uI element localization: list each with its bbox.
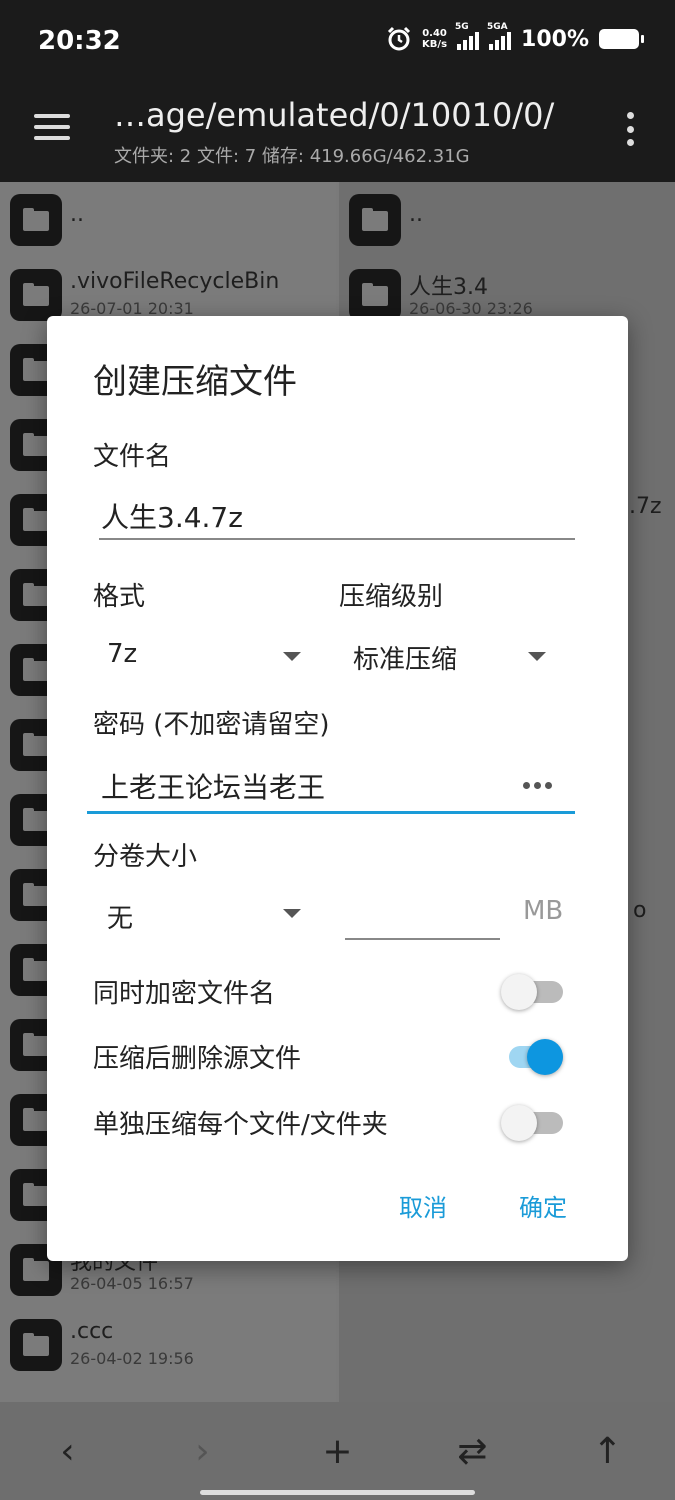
back-icon[interactable]: ‹ (38, 1431, 98, 1472)
encrypt-filenames-label: 同时加密文件名 (93, 979, 276, 1009)
encrypt-filenames-toggle[interactable] (501, 969, 563, 1010)
battery-percent: 100% (521, 26, 589, 52)
folder-icon (349, 269, 401, 321)
create-archive-dialog: 创建压缩文件 文件名 人生3.4.7z 格式 压缩级别 7z 标准压缩 密码 (… (47, 316, 628, 1261)
folder-icon (10, 269, 62, 321)
file-name: .. (70, 202, 84, 227)
left-file-row[interactable]: .ccc 26-04-02 19:56 (0, 1307, 336, 1382)
split-size-value: 无 (107, 904, 134, 934)
net-speed-unit: KB/s (422, 39, 448, 50)
right-file-row[interactable]: .. (339, 182, 675, 257)
hamburger-menu-icon[interactable] (34, 114, 70, 140)
file-name: .. (409, 202, 423, 227)
signal-icon-sim1: 5G (455, 22, 480, 50)
app-bar: …age/emulated/0/10010/0/ 文件夹: 2 文件: 7 储存… (0, 82, 675, 182)
compress-separately-toggle[interactable] (501, 1100, 563, 1141)
format-dropdown-icon (283, 652, 301, 661)
ok-button[interactable]: 确定 (519, 1188, 567, 1223)
more-options-icon[interactable] (627, 112, 635, 146)
right-pane-peek-text-2: o (633, 898, 647, 923)
gesture-nav-handle[interactable] (200, 1490, 475, 1495)
net-speed-value: 0.40 (422, 28, 447, 39)
file-name: 人生3.4 (409, 275, 488, 300)
format-value: 7z (107, 639, 138, 669)
current-path[interactable]: …age/emulated/0/10010/0/ (114, 96, 554, 134)
swap-panes-icon[interactable]: ⇄ (443, 1431, 503, 1472)
delete-source-label: 压缩后删除源文件 (93, 1044, 302, 1074)
filename-underline (99, 538, 575, 540)
file-date: 26-04-05 16:57 (70, 1274, 194, 1293)
left-file-row[interactable]: .. (0, 182, 336, 257)
folder-icon (10, 194, 62, 246)
signal-icon-sim2: 5GA (487, 22, 512, 50)
clock: 20:32 (38, 26, 121, 56)
split-size-label: 分卷大小 (93, 842, 198, 872)
up-directory-icon[interactable]: ↑ (578, 1431, 638, 1472)
filename-input[interactable]: 人生3.4.7z (101, 496, 243, 536)
compression-level-value: 标准压缩 (353, 645, 458, 675)
split-unit-label: MB (523, 896, 564, 926)
password-input[interactable]: 上老王论坛当老王 (101, 766, 325, 806)
status-bar: 20:32 0.40 KB/s 5G 5GA 100% (0, 0, 675, 82)
add-icon[interactable]: + (308, 1431, 368, 1472)
sim2-label: 5GA (487, 22, 508, 32)
status-icons: 0.40 KB/s 5G 5GA 100% (386, 22, 644, 52)
split-size-input[interactable] (345, 938, 500, 940)
alarm-icon (387, 26, 411, 51)
password-label: 密码 (不加密请留空) (93, 710, 330, 740)
right-pane-peek-text: .7z (629, 494, 662, 519)
sim1-label: 5G (455, 22, 469, 32)
file-date: 26-04-02 19:56 (70, 1349, 194, 1368)
compression-level-dropdown-icon (528, 652, 546, 661)
password-underline (87, 811, 575, 814)
file-name: .vivoFileRecycleBin (70, 269, 280, 294)
dialog-title: 创建压缩文件 (93, 362, 297, 402)
compression-level-label: 压缩级别 (339, 582, 444, 612)
folder-icon (10, 1319, 62, 1371)
compress-separately-label: 单独压缩每个文件/文件夹 (93, 1110, 388, 1140)
delete-source-toggle[interactable] (501, 1034, 563, 1075)
cancel-button[interactable]: 取消 (399, 1188, 447, 1223)
bottom-toolbar: ‹ › + ⇄ ↑ (0, 1402, 675, 1500)
file-name: .ccc (70, 1319, 114, 1344)
storage-info: 文件夹: 2 文件: 7 储存: 419.66G/462.31G (114, 146, 470, 167)
format-label: 格式 (93, 582, 146, 612)
net-speed: 0.40 KB/s (422, 28, 447, 50)
split-size-dropdown-icon (283, 909, 301, 918)
folder-icon (349, 194, 401, 246)
battery-icon (599, 29, 644, 49)
forward-icon[interactable]: › (173, 1431, 233, 1472)
show-password-icon[interactable] (523, 782, 552, 789)
filename-label: 文件名 (93, 442, 172, 472)
